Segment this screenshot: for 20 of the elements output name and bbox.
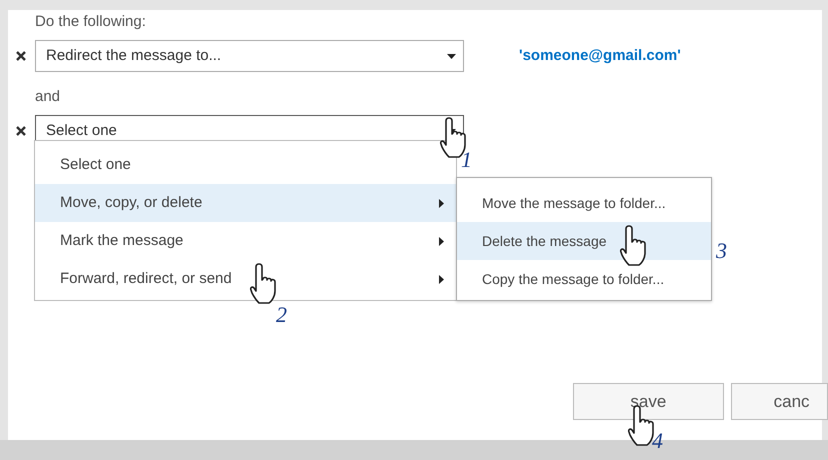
step-number: 4 [652,430,663,452]
dialog-button[interactable]: save [573,383,724,420]
section-label: Do the following: [35,13,147,31]
step-number: 1 [461,149,472,171]
menu-item[interactable]: Move, copy, or delete [35,184,456,222]
action-dropdown[interactable]: Redirect the message to... [35,40,464,72]
remove-icon[interactable] [16,51,26,61]
step-number: 2 [276,304,287,326]
dialog-button[interactable]: canc [730,383,828,420]
menu-item[interactable]: Select one [35,146,456,184]
menu-item[interactable]: Mark the message [35,222,456,260]
step-number: 3 [716,240,727,262]
recipient-link[interactable]: 'someone@gmail.com' [519,44,681,68]
remove-icon[interactable] [16,126,26,136]
conjunction-label: and [35,88,62,106]
submenu-item[interactable]: Copy the message to folder... [457,260,711,298]
submenu-item[interactable]: Delete the message [457,222,711,260]
submenu-item[interactable]: Move the message to folder... [457,184,711,222]
menu-item[interactable]: Forward, redirect, or send [35,260,456,298]
dropdown-caret-icon [447,54,456,58]
